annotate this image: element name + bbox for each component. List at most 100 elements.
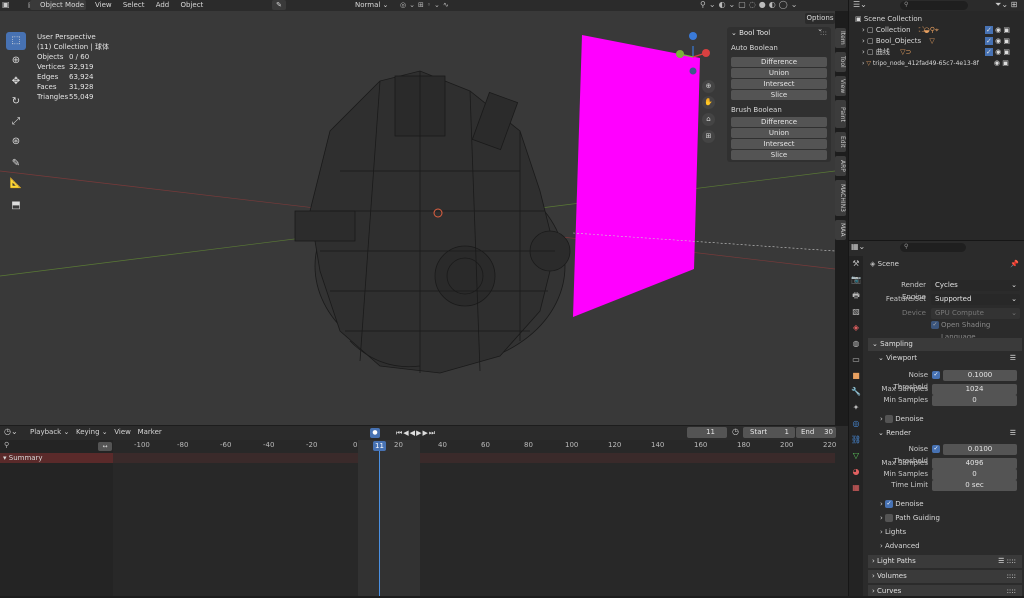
properties-search[interactable]: ⚲ [900,243,966,252]
tab-view[interactable]: View [835,76,846,96]
collection-tab-icon[interactable]: ▭ [849,352,863,368]
world-tab-icon[interactable]: ◍ [849,336,863,352]
brush-slice-button[interactable]: Slice [731,150,827,160]
eyedropper-icon[interactable]: ✎ [272,0,286,10]
outliner-filter-icon[interactable]: ⏷⌄ ⊞ [995,0,1017,10]
output-tab-icon[interactable]: 🖶 [849,288,863,304]
brush-difference-button[interactable]: Difference [731,117,827,127]
menu-add[interactable]: Add [156,1,170,9]
transform-tool-icon[interactable]: ⊛ [6,133,26,151]
object-mode-dropdown[interactable]: Object Mode [30,0,86,10]
r-max-samples-field[interactable]: 4096 [932,458,1017,469]
auto-slice-button[interactable]: Slice [731,90,827,100]
add-cube-tool-icon[interactable]: ⬒ [6,197,26,215]
auto-union-button[interactable]: Union [731,68,827,78]
tab-machin3[interactable]: MACHIN3 [835,180,846,216]
vp-noise-threshold-field[interactable]: 0.1000 [943,370,1017,381]
object-tab-icon[interactable]: ■ [849,368,863,384]
r-noise-threshold-checkbox[interactable]: ✓ [932,445,940,453]
render-subpanel-header[interactable]: ⌄ Render ☰ [874,427,1022,439]
vp-noise-threshold-checkbox[interactable]: ✓ [932,371,940,379]
scene-collection-row[interactable]: ▣ Scene Collection [855,14,922,25]
device-dropdown[interactable]: GPU Compute ⌄ [931,308,1020,319]
light-paths-panel[interactable]: › Light Paths ☰ :::: [868,555,1022,568]
shading-dropdown[interactable]: Normal ⌄ [355,0,395,10]
zoom-icon[interactable]: ⊕ [702,80,715,93]
menu-object[interactable]: Object [181,1,204,9]
r-noise-threshold-field[interactable]: 0.0100 [943,444,1017,455]
editor-type-icon[interactable]: ▣ [2,0,14,10]
time-limit-field[interactable]: 0 sec [932,480,1017,491]
start-frame-field[interactable]: Start 1 [743,427,795,438]
texture-tab-icon[interactable]: ▦ [849,480,863,496]
timeline-editor-icon[interactable]: ◷⌄ [4,427,20,438]
menu-playback[interactable]: Playback [30,428,61,436]
outliner-search[interactable]: ⚲ [900,1,968,10]
constraints-tab-icon[interactable]: ⛓ [849,432,863,448]
collection-row[interactable]: › ▢ Collection ⛶◒⚲⌖ [862,25,939,36]
bool-objects-row[interactable]: › ▢ Bool_Objects ▽ [862,36,935,47]
tool-tab-icon[interactable]: ⚒ [849,256,863,272]
timeline-body[interactable] [0,440,848,596]
physics-tab-icon[interactable]: ◎ [849,416,863,432]
vp-max-samples-field[interactable]: 1024 [932,384,1017,395]
curve-row[interactable]: › ▢ 曲线 ▽⊃ [862,47,911,58]
particles-tab-icon[interactable]: ✦ [849,400,863,416]
volumes-panel[interactable]: › Volumes:::: [868,570,1022,583]
playback-controls[interactable]: ⏮◀◀▶▶⏭ [396,428,464,438]
auto-intersect-button[interactable]: Intersect [731,79,827,89]
current-frame-field[interactable]: 11 [687,427,727,438]
timeline-swap-icon[interactable]: ↔ [98,442,112,451]
properties-editor-icon[interactable]: ▦⌄ [851,242,865,251]
render-tab-icon[interactable]: 📷 [849,272,863,288]
brush-union-button[interactable]: Union [731,128,827,138]
menu-select[interactable]: Select [123,1,145,9]
feature-set-dropdown[interactable]: Supported ⌄ [931,294,1020,305]
menu-view[interactable]: View [95,1,112,9]
advanced-subpanel[interactable]: › Advanced [880,540,920,552]
end-frame-field[interactable]: End 30 [796,427,836,438]
rotate-tool-icon[interactable]: ↻ [6,93,26,111]
r-min-samples-field[interactable]: 0 [932,469,1017,480]
viewport-subpanel-header[interactable]: ⌄ Viewport ☰ [874,352,1022,364]
snapping-icons[interactable]: ◎⌄⊞◦⌄∿ [400,0,460,10]
sampling-panel-header[interactable]: ⌄ Sampling [868,338,1022,351]
measure-tool-icon[interactable]: 📐 [6,175,26,193]
tripo-node-row[interactable]: › ▽ tripo_node_412fad49-65c7-4e13-8f [862,58,988,69]
record-button[interactable]: ● [370,428,380,438]
properties-tabs[interactable]: ⚒ 📷 🖶 ▧ ◈ ◍ ▭ ■ 🔧 ✦ ◎ ⛓ ▽ ◕ ▦ [849,256,863,596]
pin-icon[interactable]: 📌 [1010,260,1019,268]
tab-edit[interactable]: Edit [835,132,846,152]
tab-item[interactable]: Item [835,28,846,48]
select-tool-icon[interactable]: ⬚ [6,32,26,50]
visibility-toggles[interactable]: ✓ ◉ ▣ ✓ ◉ ▣ ✓ ◉ ▣ ◉ ▣ [985,25,1021,69]
grid-view-icon[interactable]: ⊞ [702,130,715,143]
osl-checkbox[interactable]: ✓ [931,321,939,329]
move-tool-icon[interactable]: ✥ [6,73,26,91]
material-tab-icon[interactable]: ◕ [849,464,863,480]
lights-subpanel[interactable]: › Lights [880,526,906,538]
vp-min-samples-field[interactable]: 0 [932,395,1017,406]
tab-arp[interactable]: ARP [835,156,846,176]
menu-timeline-view[interactable]: View [114,428,131,436]
tab-tool[interactable]: Tool [835,52,846,72]
tab-paint[interactable]: Paint [835,100,846,128]
menu-marker[interactable]: Marker [138,428,162,436]
playhead-frame-indicator[interactable]: 11 [373,441,386,451]
annotate-tool-icon[interactable]: ✎ [6,155,26,173]
vp-denoise-row[interactable]: › Denoise [880,413,924,425]
scale-tool-icon[interactable]: ⤢ [6,113,26,131]
camera-icon[interactable]: ⌂ [702,113,715,126]
cursor-tool-icon[interactable]: ⊕ [6,52,26,70]
viewport-shading-icons[interactable]: ⚲⌄◐⌄▢◌●◐◯⌄ [700,0,825,10]
menu-keying[interactable]: Keying [76,428,100,436]
timeline-search-icon[interactable]: ⚲ [4,441,9,449]
playhead-line[interactable] [379,451,380,596]
data-tab-icon[interactable]: ▽ [849,448,863,464]
brush-intersect-button[interactable]: Intersect [731,139,827,149]
curves-panel[interactable]: › Curves:::: [868,585,1022,596]
auto-difference-button[interactable]: Difference [731,57,827,67]
scene-tab-icon[interactable]: ◈ [849,320,863,336]
summary-channel[interactable]: ▾ Summary [0,453,113,463]
path-guiding-row[interactable]: › Path Guiding [880,512,940,524]
